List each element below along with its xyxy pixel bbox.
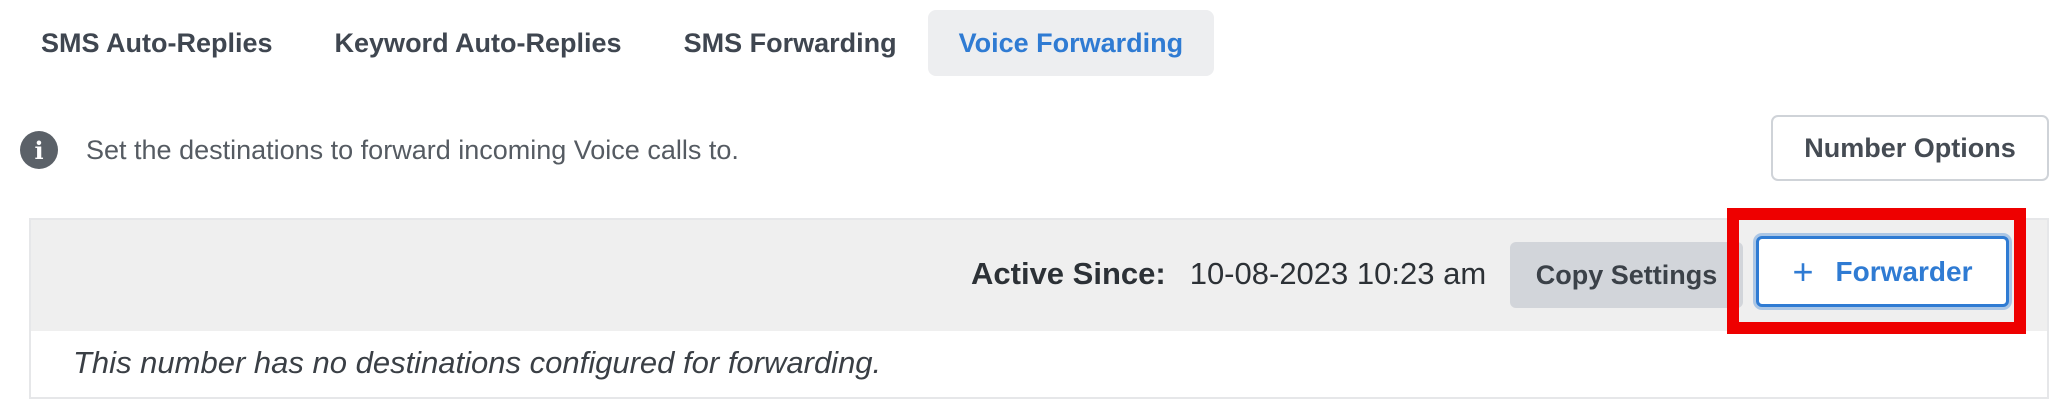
active-since-value: 10-08-2023 10:23 am [1189, 256, 1487, 291]
plus-icon: + [1792, 250, 1814, 292]
voice-forwarding-page: SMS Auto-Replies Keyword Auto-Replies SM… [0, 0, 2068, 413]
info-icon: i [20, 131, 58, 169]
info-row: i Set the destinations to forward incomi… [20, 130, 739, 170]
tab-sms-auto-replies[interactable]: SMS Auto-Replies [10, 10, 304, 76]
number-options-button[interactable]: Number Options [1771, 115, 2049, 181]
tab-voice-forwarding[interactable]: Voice Forwarding [927, 10, 1215, 76]
tab-bar: SMS Auto-Replies Keyword Auto-Replies SM… [10, 10, 1215, 76]
active-since-label: Active Since: [971, 256, 1166, 291]
tab-sms-forwarding[interactable]: SMS Forwarding [653, 10, 928, 76]
copy-settings-button[interactable]: Copy Settings [1510, 242, 1743, 308]
add-forwarder-button[interactable]: + Forwarder [1756, 236, 2009, 307]
active-since: Active Since: 10-08-2023 10:23 am [971, 252, 1486, 296]
empty-state-message: This number has no destinations configur… [73, 345, 882, 380]
forwarder-label: Forwarder [1835, 255, 1973, 287]
tab-keyword-auto-replies[interactable]: Keyword Auto-Replies [304, 10, 653, 76]
info-text: Set the destinations to forward incoming… [86, 134, 739, 165]
